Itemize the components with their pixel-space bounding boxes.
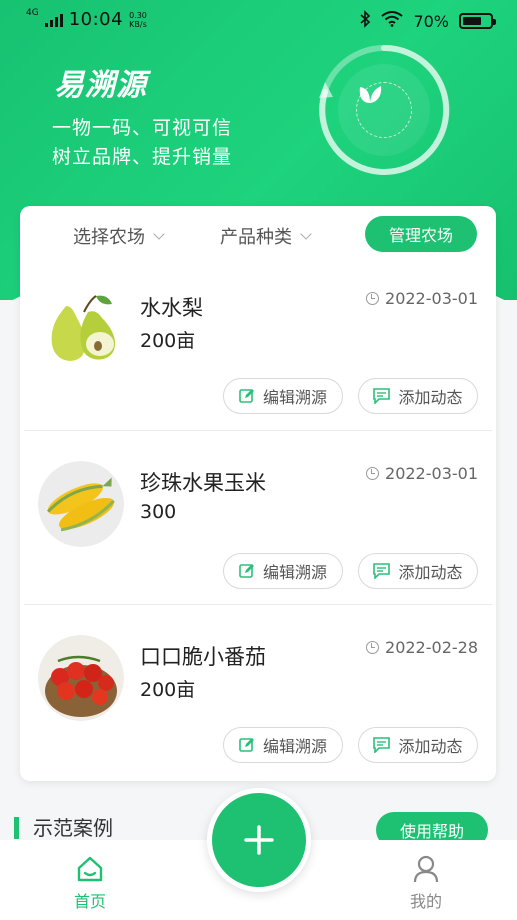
product-date-text: 2022-03-01 [385,464,478,483]
speed-value: 0.30 [129,10,147,20]
trace-ring-graphic [316,42,452,178]
product-item[interactable]: 口口脆小番茄 200亩 2022-02-28 编辑溯源 添加动态 [20,605,496,779]
edit-trace-button[interactable]: 编辑溯源 [223,378,343,414]
product-date-text: 2022-02-28 [385,638,478,657]
farm-selector[interactable]: 选择农场 [73,223,165,249]
status-bar: 4G 10:04 0.30 KB/s 70% [0,0,517,40]
product-date-text: 2022-03-01 [385,289,478,308]
network-speed: 0.30 KB/s [129,11,147,29]
edit-trace-label: 编辑溯源 [262,388,327,407]
signal-icon [44,13,63,27]
speed-unit: KB/s [129,19,147,29]
product-name: 珍珠水果玉米 [140,471,266,495]
add-update-label: 添加动态 [398,563,463,582]
product-name: 水水梨 [140,296,203,320]
product-date: 2022-02-28 [366,638,478,657]
edit-trace-label: 编辑溯源 [262,737,327,756]
product-quantity: 200亩 [140,679,196,701]
clock-icon [366,467,380,480]
home-icon [77,856,103,882]
edit-trace-label: 编辑溯源 [262,563,327,582]
add-update-button[interactable]: 添加动态 [358,727,478,763]
plus-icon [244,825,274,855]
add-update-button[interactable]: 添加动态 [358,378,478,414]
product-name: 口口脆小番茄 [140,645,266,669]
tab-mine-label: 我的 [409,892,442,911]
edit-trace-button[interactable]: 编辑溯源 [223,727,343,763]
edit-trace-button[interactable]: 编辑溯源 [223,553,343,589]
slogan-line-1: 一物一码、可视可信 [52,117,233,139]
message-icon [373,737,391,753]
farm-selector-label: 选择农场 [73,227,145,248]
leaf-badge [356,82,412,138]
product-item[interactable]: 水水梨 200亩 2022-03-01 编辑溯源 添加动态 [20,256,496,430]
add-button[interactable] [207,788,311,892]
product-item[interactable]: 珍珠水果玉米 300 2022-03-01 编辑溯源 添加动态 [20,431,496,605]
farm-products-card: 选择农场 产品种类 管理农场 水水梨 200亩 2022-03-01 编辑溯源 … [20,206,496,781]
chevron-down-icon [300,227,312,240]
clock-time: 10:04 [68,9,124,30]
corn-icon [38,461,124,547]
category-selector-label: 产品种类 [220,227,292,248]
product-quantity: 200亩 [140,330,196,352]
product-date: 2022-03-01 [366,464,478,483]
add-update-label: 添加动态 [398,737,463,756]
app-logo: 易溯源 [54,68,147,103]
user-icon [413,855,439,883]
bluetooth-icon [359,10,371,32]
manage-farm-button[interactable]: 管理农场 [365,216,477,252]
tab-home-label: 首页 [73,892,106,911]
demo-cases-title: 示范案例 [14,817,113,839]
leaf-icon [359,86,382,103]
battery-icon [459,13,496,29]
edit-icon [239,738,254,752]
wifi-icon [381,11,404,31]
add-update-button[interactable]: 添加动态 [358,553,478,589]
message-icon [373,388,391,404]
chevron-down-icon [153,227,165,240]
network-type: 4G [26,8,39,18]
product-date: 2022-03-01 [366,289,478,308]
message-icon [373,563,391,579]
category-selector[interactable]: 产品种类 [220,223,312,249]
slogan-line-2: 树立品牌、提升销量 [52,146,233,168]
add-update-label: 添加动态 [398,388,463,407]
edit-icon [239,389,254,403]
clock-icon [366,292,380,305]
battery-percent: 70% [413,11,449,31]
tomato-icon [38,635,124,721]
tab-home[interactable]: 首页 [50,854,130,912]
tab-mine[interactable]: 我的 [386,854,466,912]
pear-icon [38,286,124,372]
edit-icon [239,564,254,578]
product-quantity: 300 [140,501,177,523]
clock-icon [366,641,380,654]
